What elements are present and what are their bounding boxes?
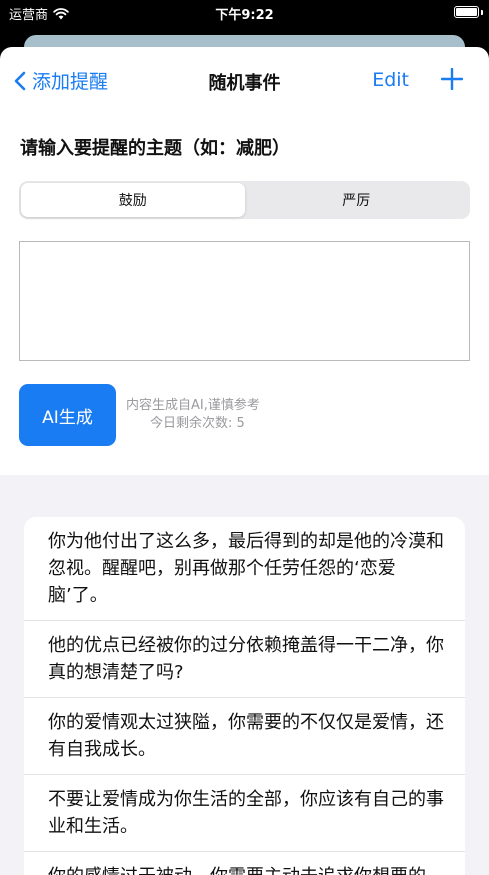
list-item[interactable]: 你为他付出了这么多，最后得到的却是他的冷漠和忽视。醒醒吧，别再做那个任劳任怨的‘… (24, 517, 465, 621)
ai-disclaimer: 内容生成自AI,谨慎参考 (126, 398, 260, 413)
chevron-left-icon (14, 71, 26, 90)
list-item[interactable]: 他的优点已经被你的过分依赖掩盖得一干二净，你真的想清楚了吗? (24, 621, 465, 698)
ai-generate-button[interactable]: AI生成 (19, 384, 116, 446)
ai-note: 内容生成自AI,谨慎参考 今日剩余次数: 5 (126, 397, 260, 433)
modal-sheet: 添加提醒 随机事件 Edit 请输入要提醒的主题（如：减肥） 鼓励 严厉 AI生… (0, 47, 489, 875)
battery-cap (481, 10, 483, 15)
edit-button[interactable]: Edit (372, 69, 409, 91)
list-item[interactable]: 你的爱情观太过狭隘，你需要的不仅仅是爱情，还有自我成长。 (24, 698, 465, 775)
add-button[interactable] (441, 68, 463, 90)
segment-strict[interactable]: 严厉 (245, 183, 469, 217)
back-label: 添加提醒 (32, 71, 109, 93)
list-item[interactable]: 你的感情过于被动，你需要主动去追求你想要的。 (24, 852, 465, 875)
tone-segmented-control: 鼓励 严厉 (19, 181, 470, 219)
status-bar: 运营商 下午9:22 (0, 0, 489, 26)
segment-encourage[interactable]: 鼓励 (21, 183, 245, 217)
navigation-bar: 添加提醒 随机事件 Edit (0, 47, 489, 117)
status-time: 下午9:22 (215, 8, 274, 23)
battery-icon (454, 6, 479, 18)
messages-section: 你为他付出了这么多，最后得到的却是他的冷漠和忽视。醒醒吧，别再做那个任劳任怨的‘… (0, 475, 489, 875)
messages-list: 你为他付出了这么多，最后得到的却是他的冷漠和忽视。醒醒吧，别再做那个任劳任怨的‘… (24, 517, 465, 875)
back-button[interactable]: 添加提醒 (14, 67, 108, 94)
topic-prompt: 请输入要提醒的主题（如：减肥） (20, 138, 290, 159)
list-item[interactable]: 不要让爱情成为你生活的全部，你应该有自己的事业和生活。 (24, 775, 465, 852)
topic-input[interactable] (19, 241, 470, 361)
remaining-count: 今日剩余次数: 5 (150, 416, 245, 431)
